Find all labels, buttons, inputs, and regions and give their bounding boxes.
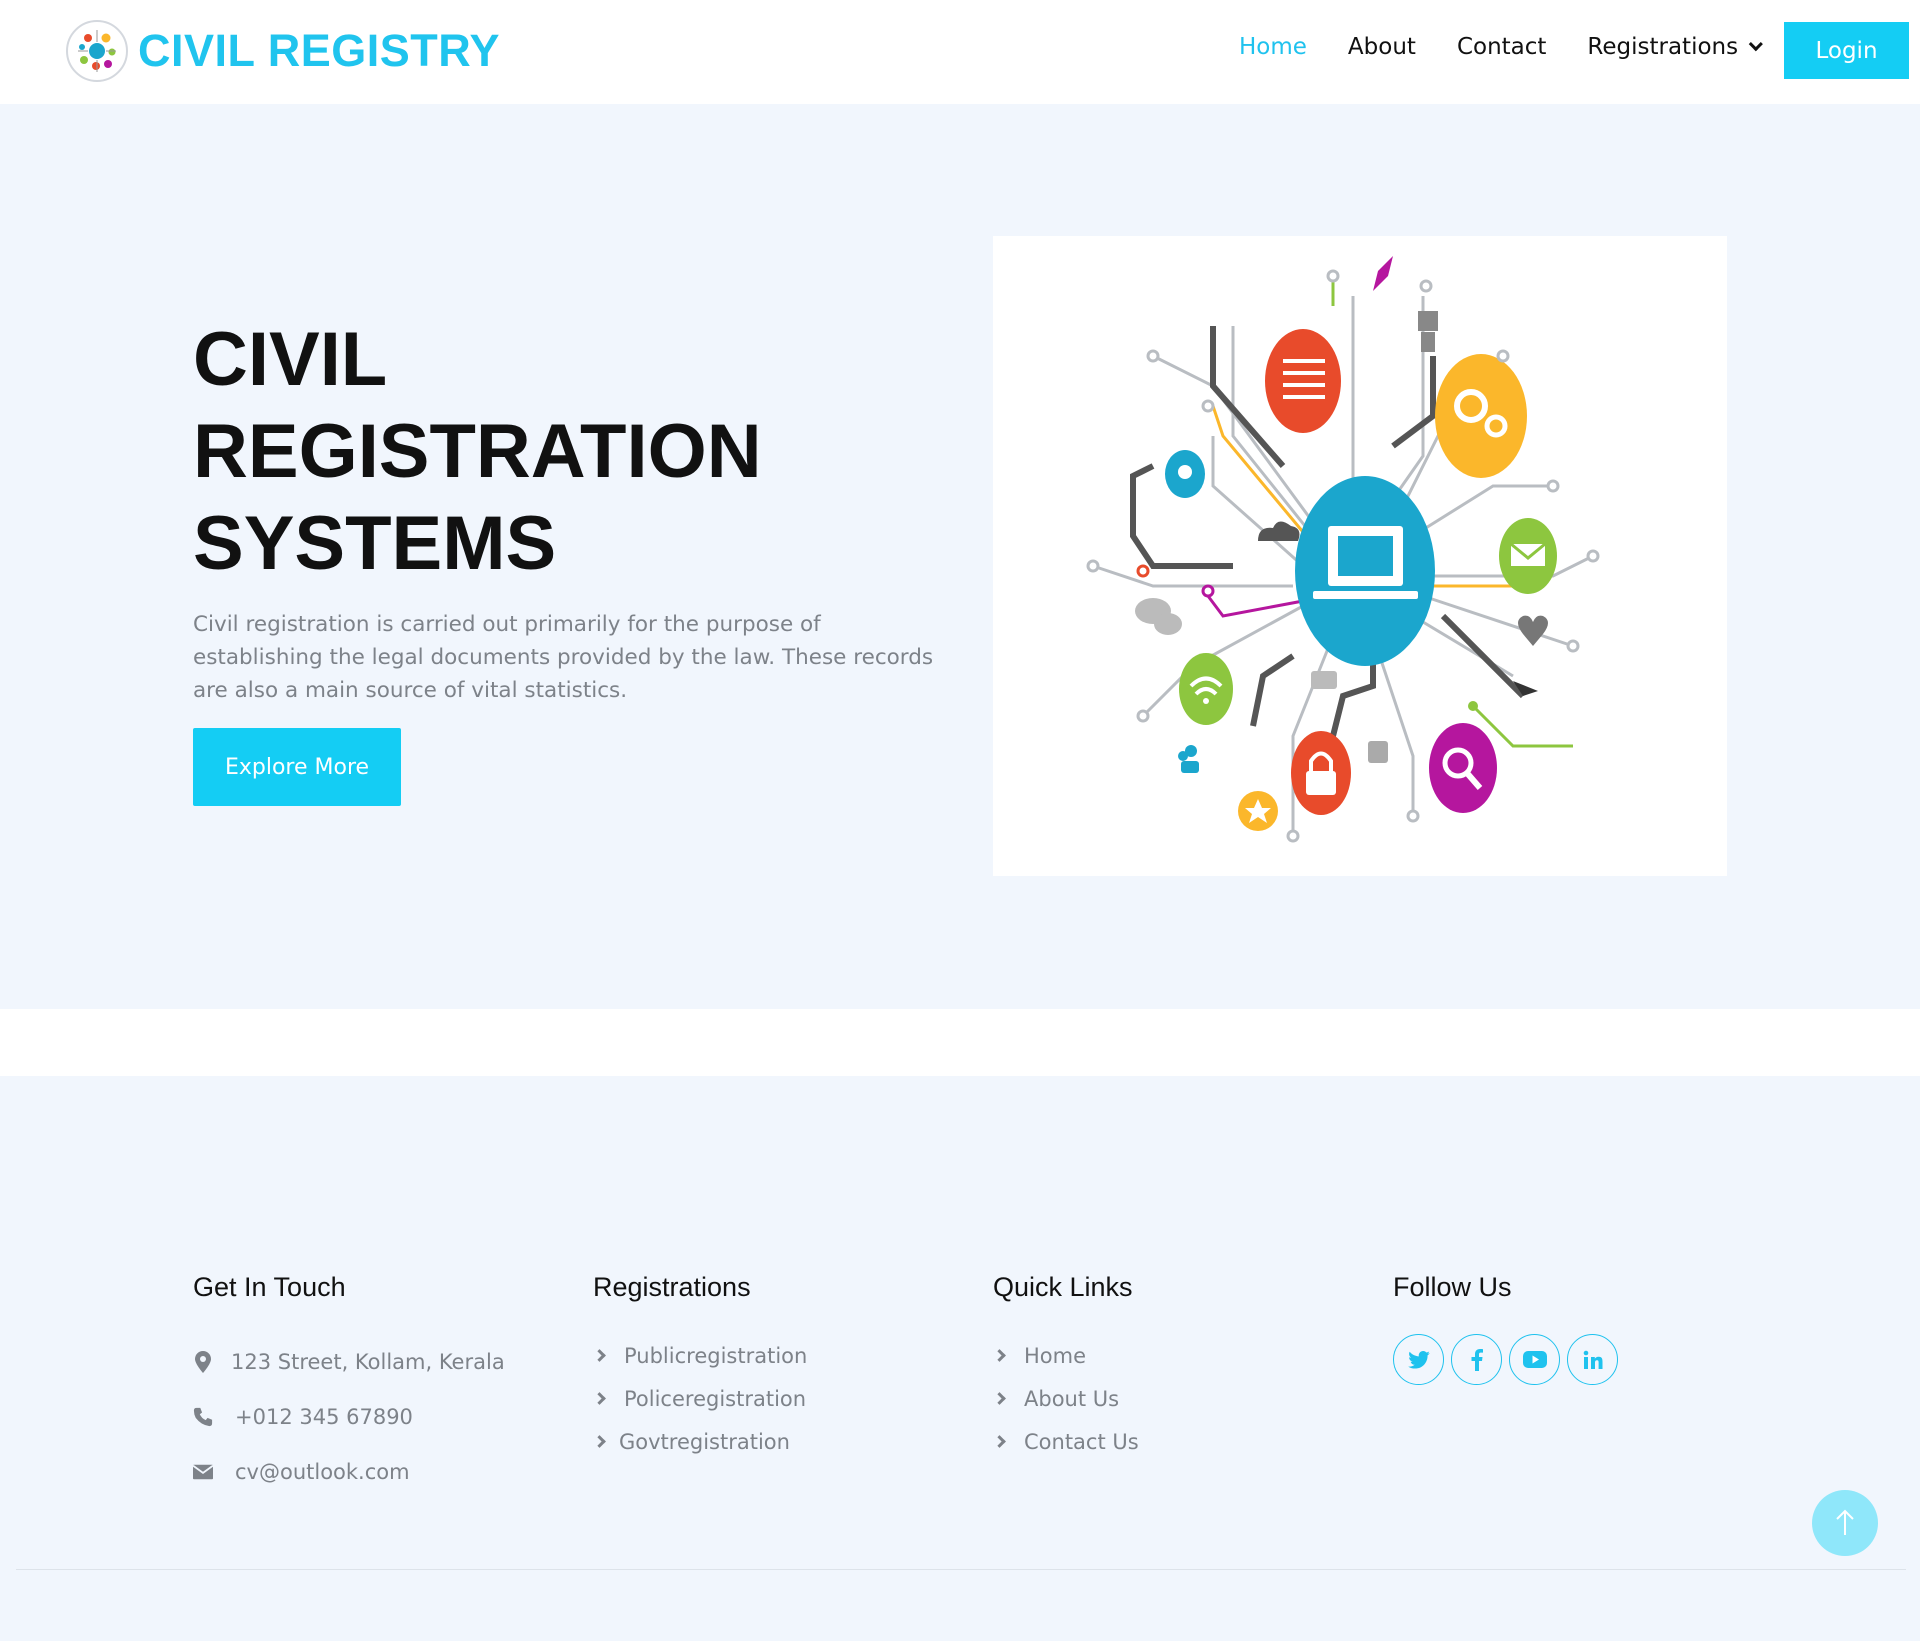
footer-link-label: Home: [1024, 1343, 1087, 1368]
chevron-right-icon: [993, 1349, 1006, 1362]
chevron-right-icon: [593, 1392, 606, 1405]
brand-logo-icon: [66, 20, 128, 82]
phone-icon: [193, 1405, 213, 1429]
twitter-button[interactable]: [1393, 1334, 1444, 1385]
section-spacer: [0, 1009, 1920, 1076]
chevron-right-icon: [993, 1435, 1006, 1448]
footer-address-text: 123 Street, Kollam, Kerala: [231, 1349, 505, 1374]
footer-follow-us: Follow Us: [1393, 1272, 1618, 1385]
footer-registrations: Registrations Publicregistration Policer…: [593, 1272, 807, 1463]
footer: Get In Touch 123 Street, Kollam, Kerala …: [0, 1076, 1920, 1641]
footer-address: 123 Street, Kollam, Kerala: [193, 1334, 505, 1389]
map-marker-icon: [193, 1350, 213, 1374]
footer-link-contact-us[interactable]: Contact Us: [993, 1420, 1139, 1463]
youtube-button[interactable]: [1509, 1334, 1560, 1385]
social-links: [1393, 1334, 1618, 1385]
hero-title-line: REGISTRATION: [193, 409, 762, 494]
nav-registrations-label: Registrations: [1587, 34, 1739, 60]
explore-more-button[interactable]: Explore More: [193, 728, 401, 806]
footer-link-home[interactable]: Home: [993, 1334, 1139, 1377]
chevron-right-icon: [993, 1392, 1006, 1405]
footer-email: cv@outlook.com: [193, 1444, 505, 1499]
footer-link-label: Contact Us: [1024, 1429, 1139, 1454]
nav-home[interactable]: Home: [1239, 34, 1307, 60]
login-button[interactable]: Login: [1784, 22, 1909, 79]
footer-link-label: Policeregistration: [624, 1386, 807, 1411]
footer-link-govtregistration[interactable]: Govtregistration: [593, 1420, 807, 1463]
facebook-icon: [1471, 1348, 1483, 1371]
arrow-up-icon: [1836, 1509, 1854, 1535]
linkedin-button[interactable]: [1567, 1334, 1618, 1385]
footer-phone: +012 345 67890: [193, 1389, 505, 1444]
footer-get-in-touch: Get In Touch 123 Street, Kollam, Kerala …: [193, 1272, 505, 1499]
envelope-icon: [193, 1460, 213, 1484]
network-illustration-icon: [1086, 256, 1600, 843]
brand[interactable]: CIVIL REGISTRY: [66, 20, 500, 82]
footer-heading: Get In Touch: [193, 1272, 346, 1302]
main-nav: Home About Contact Registrations: [1239, 34, 1799, 60]
footer-heading: Registrations: [593, 1272, 751, 1302]
navbar: CIVIL REGISTRY Home About Contact Regist…: [0, 0, 1920, 104]
footer-quick-links: Quick Links Home About Us Contact Us: [993, 1272, 1139, 1463]
chevron-right-icon: [593, 1349, 606, 1362]
hero-illustration: [993, 236, 1727, 876]
nav-contact[interactable]: Contact: [1457, 34, 1546, 60]
footer-link-publicregistration[interactable]: Publicregistration: [593, 1334, 807, 1377]
hero-section: CIVIL REGISTRATION SYSTEMS Civil registr…: [0, 104, 1920, 1009]
hero-title: CIVIL REGISTRATION SYSTEMS: [193, 314, 953, 590]
footer-link-about-us[interactable]: About Us: [993, 1377, 1139, 1420]
hero-title-line: CIVIL: [193, 317, 388, 402]
footer-link-label: About Us: [1024, 1386, 1120, 1411]
facebook-button[interactable]: [1451, 1334, 1502, 1385]
twitter-icon: [1407, 1350, 1430, 1369]
nav-about[interactable]: About: [1348, 34, 1416, 60]
footer-heading: Follow Us: [1393, 1272, 1512, 1302]
brand-name: CIVIL REGISTRY: [138, 25, 501, 76]
footer-phone-text: +012 345 67890: [235, 1404, 413, 1429]
footer-heading: Quick Links: [993, 1272, 1133, 1302]
chevron-right-icon: [593, 1435, 606, 1448]
footer-divider: [16, 1569, 1906, 1570]
footer-link-label: Govtregistration: [619, 1429, 790, 1454]
chevron-down-icon: [1748, 37, 1764, 52]
hero-description: Civil registration is carried out primar…: [193, 612, 934, 703]
footer-link-label: Publicregistration: [624, 1343, 808, 1368]
linkedin-icon: [1583, 1350, 1602, 1369]
nav-registrations-dropdown[interactable]: Registrations: [1587, 34, 1764, 60]
footer-email-text[interactable]: cv@outlook.com: [235, 1460, 410, 1484]
back-to-top-button[interactable]: [1812, 1490, 1878, 1556]
youtube-icon: [1522, 1351, 1547, 1368]
hero-title-line: SYSTEMS: [193, 501, 557, 586]
footer-link-policeregistration[interactable]: Policeregistration: [593, 1377, 807, 1420]
